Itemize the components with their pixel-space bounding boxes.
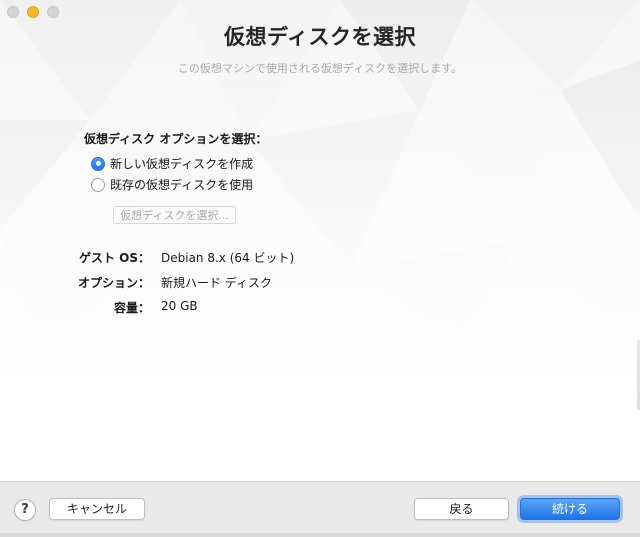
cancel-button[interactable]: キャンセル bbox=[49, 498, 145, 520]
radio-create-new-disk-label: 新しい仮想ディスクを作成 bbox=[110, 157, 254, 171]
page-title: 仮想ディスクを選択 bbox=[223, 25, 417, 49]
help-button[interactable]: ? bbox=[14, 499, 36, 521]
window-controls bbox=[7, 6, 59, 18]
choose-disk-button[interactable]: 仮想ディスクを選択... bbox=[113, 206, 236, 224]
zoom-window-button[interactable] bbox=[47, 6, 59, 18]
minimize-window-button[interactable] bbox=[27, 6, 39, 18]
radio-unselected-icon[interactable] bbox=[91, 177, 105, 192]
close-window-button[interactable] bbox=[7, 6, 19, 18]
disk-options-label: 仮想ディスク オプションを選択： bbox=[84, 132, 268, 146]
back-button[interactable]: 戻る bbox=[414, 498, 509, 520]
continue-button[interactable]: 続ける bbox=[520, 498, 620, 520]
faceted-background bbox=[0, 0, 640, 537]
assistant-window: 仮想ディスクを選択 この仮想マシンで使用される仮想ディスクを選択します。 仮想デ… bbox=[0, 0, 640, 537]
option-label: オプション： bbox=[77, 276, 150, 290]
capacity-label: 容量： bbox=[113, 301, 150, 315]
guest-os-label: ゲスト OS： bbox=[78, 251, 150, 265]
capacity-value: 20 GB bbox=[161, 299, 198, 313]
radio-selected-icon[interactable] bbox=[91, 156, 105, 171]
radio-use-existing-disk-label: 既存の仮想ディスクを使用 bbox=[110, 178, 254, 192]
footer-bar: ? キャンセル 戻る 続ける bbox=[0, 481, 640, 537]
footer-strip bbox=[0, 533, 640, 537]
guest-os-value: Debian 8.x (64 ビット) bbox=[161, 251, 295, 265]
radio-use-existing-disk[interactable]: 既存の仮想ディスクを使用 bbox=[91, 176, 253, 193]
radio-create-new-disk[interactable]: 新しい仮想ディスクを作成 bbox=[91, 155, 253, 172]
option-value: 新規ハード ディスク bbox=[161, 276, 272, 290]
page-subtitle: この仮想マシンで使用される仮想ディスクを選択します。 bbox=[177, 62, 463, 75]
